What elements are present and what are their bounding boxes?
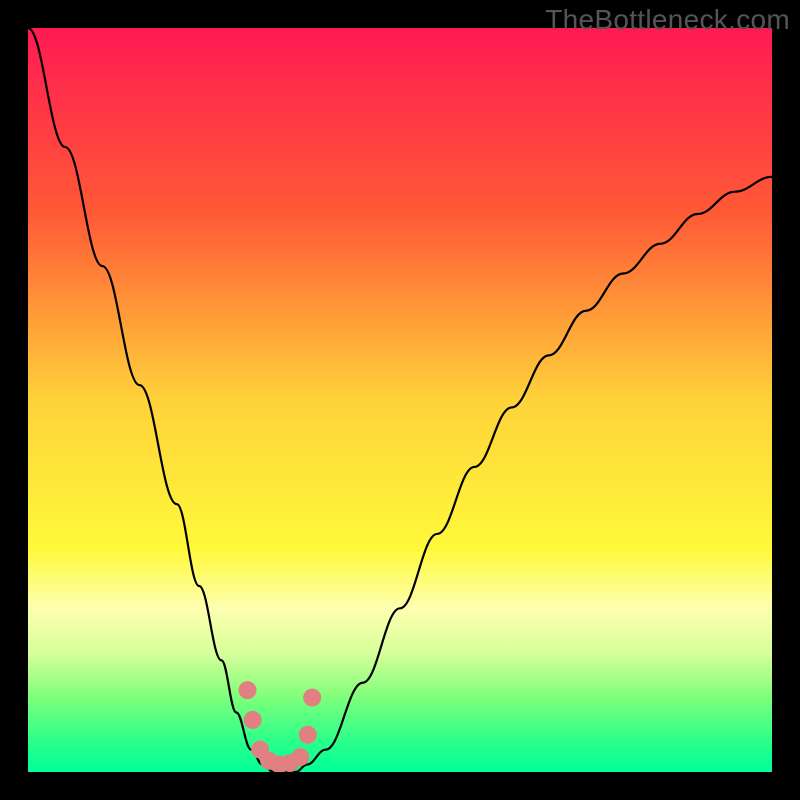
marker-point <box>244 711 262 729</box>
marker-point <box>291 748 309 766</box>
marker-point <box>303 689 321 707</box>
chart-container: TheBottleneck.com <box>0 0 800 800</box>
watermark-text: TheBottleneck.com <box>545 4 790 36</box>
marker-point <box>238 681 256 699</box>
gradient-background <box>28 28 772 772</box>
plot-area <box>28 28 772 772</box>
chart-svg <box>28 28 772 772</box>
marker-point <box>299 726 317 744</box>
